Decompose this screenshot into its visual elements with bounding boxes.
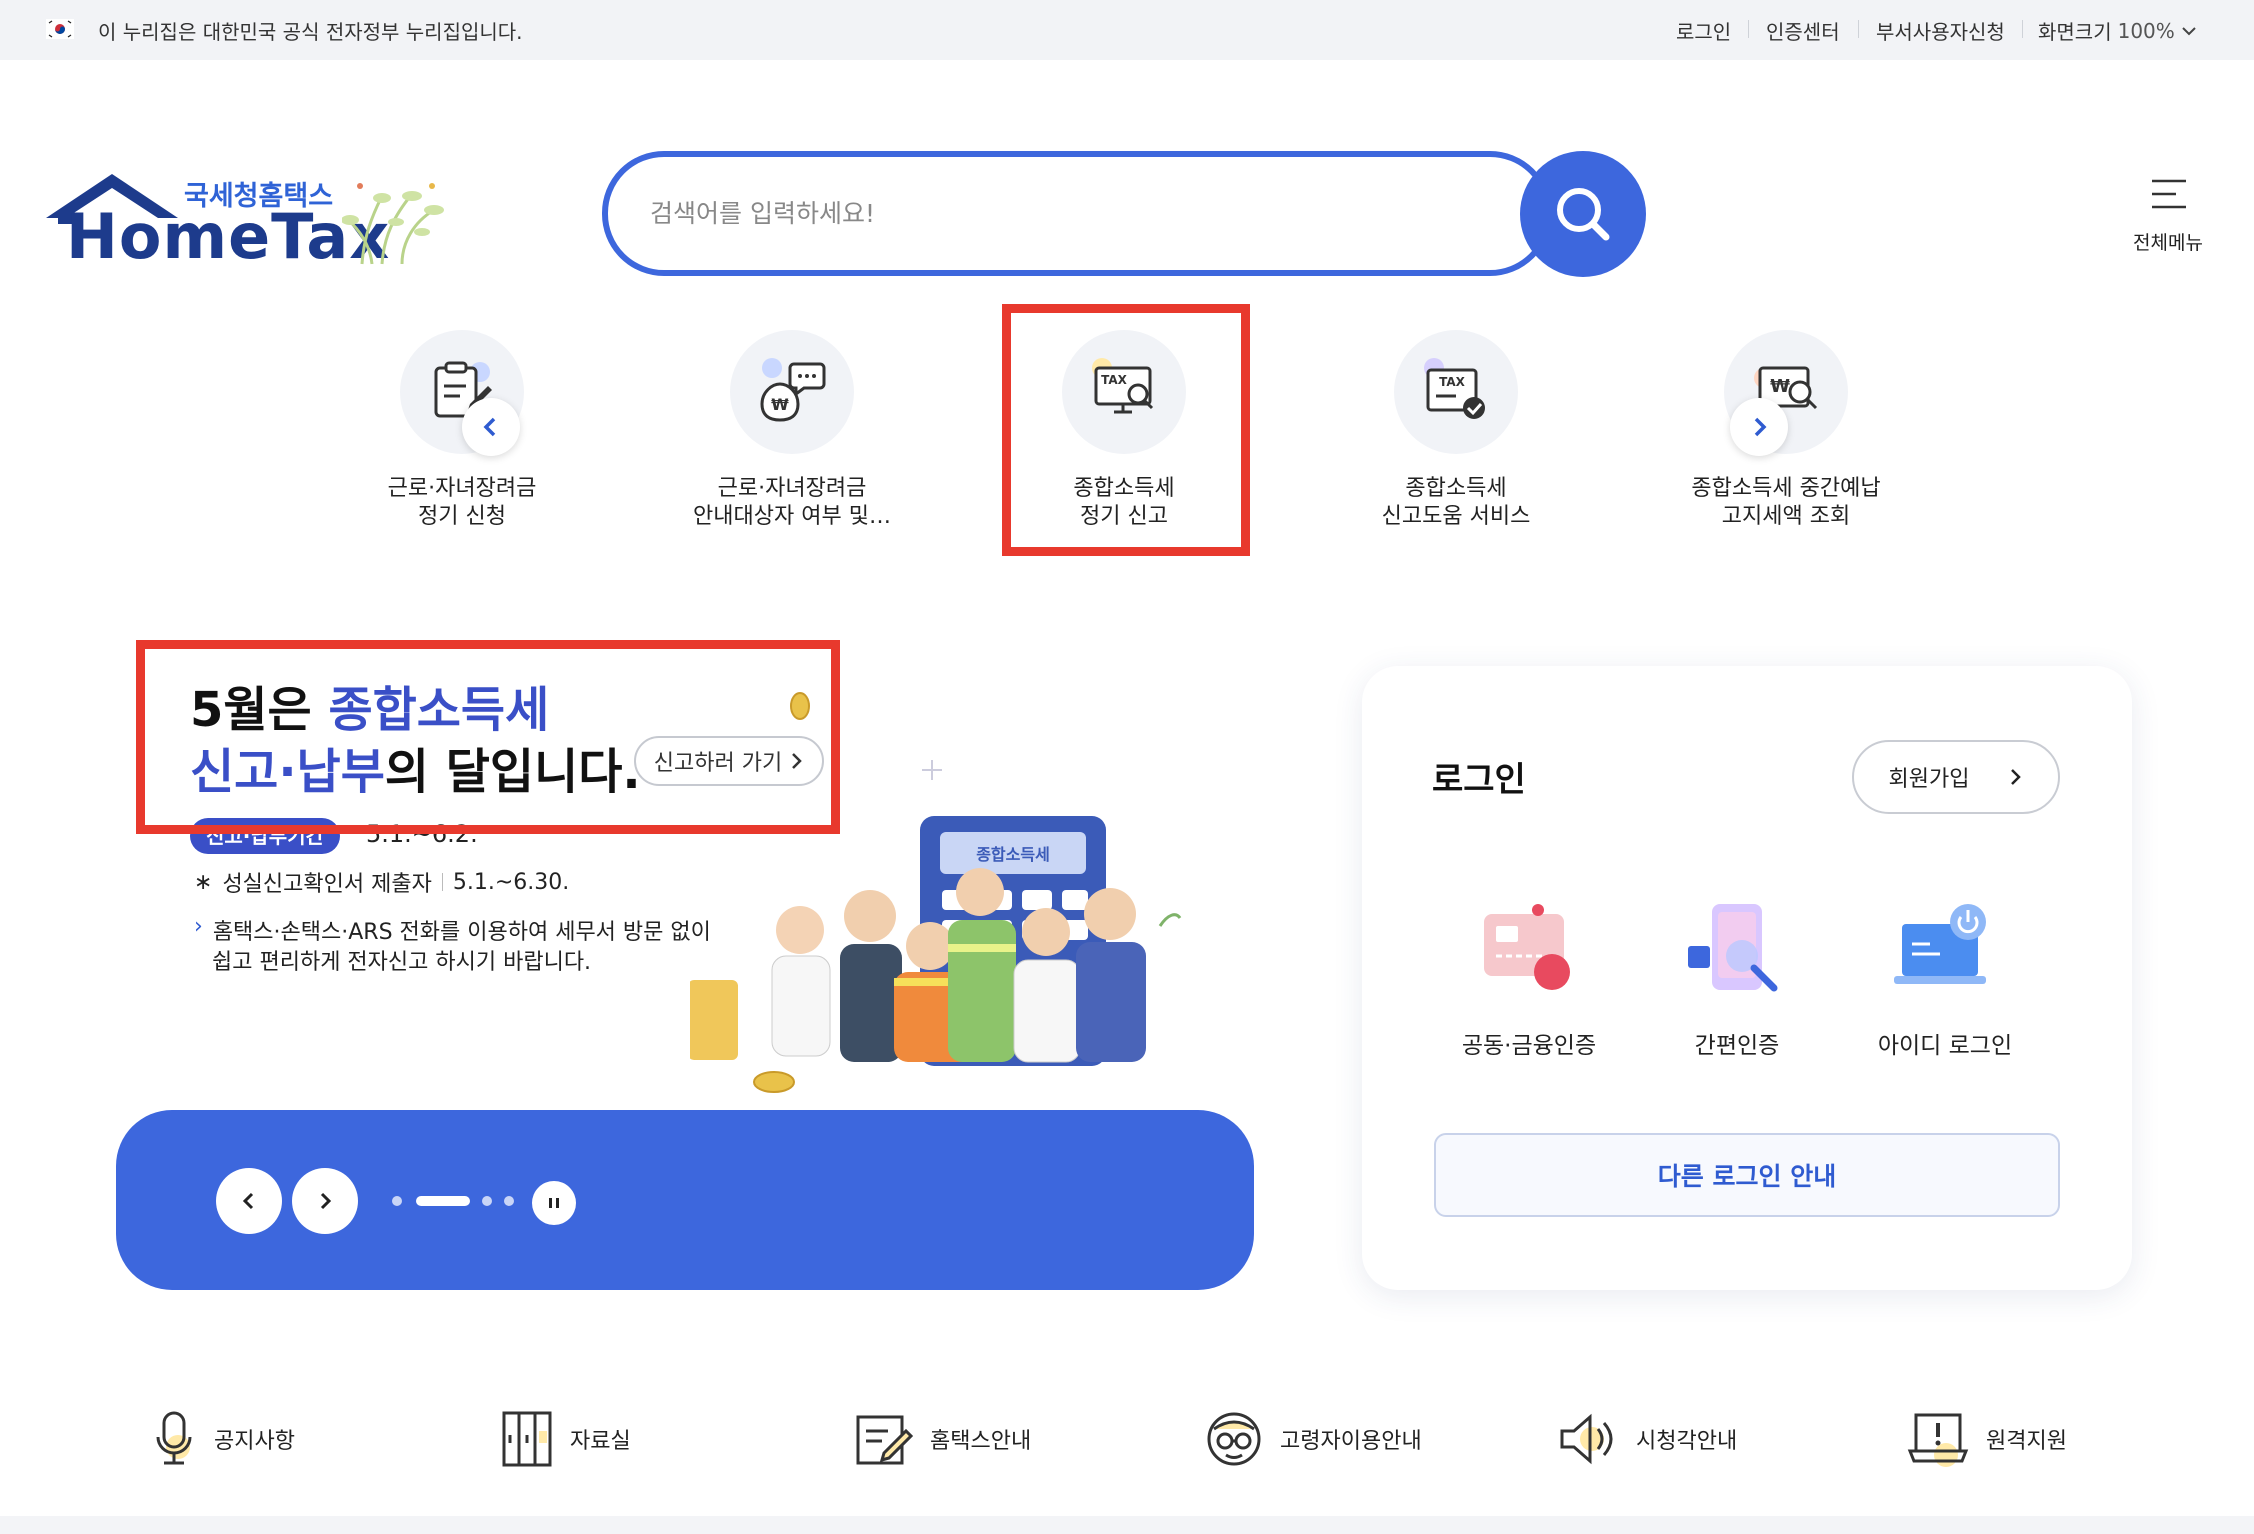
korea-flag-icon — [46, 19, 74, 39]
util-cert-center-link[interactable]: 인증센터 — [1766, 16, 1840, 45]
joint-financial-cert-login[interactable]: 공동·금융인증 — [1434, 890, 1624, 1070]
quick-next-button[interactable] — [1730, 398, 1788, 456]
archive-icon — [502, 1411, 552, 1467]
zoom-label: 화면크기 — [2038, 20, 2112, 44]
banner-line-2: › 홈택스·손택스·ARS 전화를 이용하여 세무서 방문 없이 — [194, 914, 711, 946]
svg-text:TAX: TAX — [1439, 375, 1466, 389]
quick-service-item[interactable]: ₩ 근로·자녀장려금 안내대상자 여부 및… — [672, 330, 912, 530]
plant-decoration-icon — [342, 183, 444, 265]
hometax-guide-link[interactable]: 홈택스안내 — [854, 1404, 1031, 1474]
login-title: 로그인 — [1432, 760, 1526, 800]
carousel-next-button[interactable] — [292, 1168, 358, 1234]
certificate-card-icon — [1484, 904, 1570, 990]
gov-notice-text: 이 누리집은 대한민국 공식 전자정부 누리집입니다. — [98, 20, 523, 44]
document-pen-icon — [856, 1415, 914, 1465]
chevron-right-icon — [2011, 769, 2022, 785]
carousel-dot[interactable] — [504, 1196, 514, 1206]
hamburger-menu-icon — [2152, 179, 2186, 209]
quick-service-label-line2: 신고도움 서비스 — [1381, 504, 1531, 529]
banner-line2-text: 홈택스·손택스·ARS 전화를 이용하여 세무서 방문 없이 — [212, 920, 711, 945]
simple-auth-login[interactable]: 간편인증 — [1642, 890, 1832, 1070]
speaker-icon — [1560, 1413, 1613, 1465]
search-input[interactable] — [650, 190, 1450, 236]
highlight-box-banner-title — [136, 640, 840, 834]
chevron-down-icon — [2182, 26, 2196, 35]
quick-service-icon-bg: TAX — [1394, 330, 1518, 454]
laptop-power-icon — [1894, 904, 1986, 984]
pause-icon — [549, 1198, 559, 1208]
audiovisual-guide-label: 시청각안내 — [1636, 1429, 1738, 1454]
money-chat-icon: ₩ — [760, 358, 826, 422]
search-icon — [1557, 188, 1610, 241]
carousel-pause-button[interactable] — [532, 1181, 576, 1225]
zoom-value: 100% — [2117, 18, 2175, 43]
join-label: 회원가입 — [1888, 767, 1970, 792]
other-login-guide-button[interactable]: 다른 로그인 안내 — [1434, 1133, 2060, 1217]
all-menu-button[interactable]: 전체메뉴 — [2120, 176, 2216, 256]
chevron-right-icon — [320, 1192, 332, 1210]
remote-support-label: 원격지원 — [1986, 1429, 2067, 1454]
remote-laptop-icon — [1907, 1413, 1969, 1467]
notice-link[interactable]: 공지사항 — [150, 1404, 295, 1474]
highlight-box-tax-filing — [1002, 304, 1250, 556]
archive-link[interactable]: 자료실 — [500, 1404, 631, 1474]
tax-document-check-icon: TAX — [1424, 358, 1485, 419]
quick-service-label-line2: 안내대상자 여부 및… — [693, 504, 891, 529]
util-divider — [2022, 20, 2023, 38]
join-button[interactable]: 회원가입 — [1852, 740, 2060, 814]
archive-label: 자료실 — [570, 1429, 631, 1454]
hometax-logo[interactable]: 국세청홈택스 HomeTax — [42, 166, 462, 276]
footer-strip — [0, 1516, 2254, 1534]
carousel-dot[interactable] — [482, 1196, 492, 1206]
quick-prev-button[interactable] — [462, 398, 520, 456]
quick-service-label-line2: 고지세액 조회 — [1721, 504, 1851, 529]
id-login[interactable]: 아이디 로그인 — [1850, 890, 2040, 1070]
all-menu-label: 전체메뉴 — [2133, 232, 2203, 254]
carousel-prev-button[interactable] — [216, 1168, 282, 1234]
hometax-guide-label: 홈택스안내 — [930, 1429, 1032, 1454]
quick-service-item[interactable]: TAX 종합소득세 신고도움 서비스 — [1336, 330, 1576, 530]
elderly-guide-label: 고령자이용안내 — [1280, 1429, 1422, 1454]
phone-search-icon — [1688, 904, 1778, 992]
auth-label: 아이디 로그인 — [1877, 1033, 2013, 1059]
svg-text:₩: ₩ — [771, 395, 789, 414]
auth-label: 공동·금융인증 — [1461, 1033, 1597, 1059]
carousel-dot[interactable] — [392, 1196, 402, 1206]
banner-line1-label: 성실신고확인서 제출자 — [222, 872, 432, 897]
bullet-arrow-icon: › — [194, 914, 203, 939]
util-login-link[interactable]: 로그인 — [1676, 16, 1731, 45]
notice-label: 공지사항 — [214, 1429, 295, 1454]
chevron-right-icon — [1754, 417, 1767, 437]
carousel-control-bar — [116, 1110, 1254, 1290]
bullet-star-icon: ∗ — [194, 869, 213, 895]
audiovisual-guide-link[interactable]: 시청각안내 — [1558, 1404, 1737, 1474]
microphone-icon — [156, 1411, 192, 1465]
elderly-guide-link[interactable]: 고령자이용안내 — [1204, 1404, 1422, 1474]
auth-label: 간편인증 — [1694, 1033, 1780, 1059]
search-button[interactable] — [1520, 151, 1646, 277]
util-divider — [1858, 20, 1859, 38]
chevron-left-icon — [483, 417, 496, 437]
svg-text:₩: ₩ — [1770, 376, 1790, 397]
carousel-dot-active[interactable] — [416, 1196, 470, 1206]
quick-service-icon-bg: ₩ — [730, 330, 854, 454]
util-divider — [1748, 20, 1749, 38]
banner-line1-period: 5.1.~6.30. — [452, 869, 570, 895]
quick-service-label-line2: 정기 신청 — [418, 504, 506, 529]
remote-support-link[interactable]: 원격지원 — [1906, 1404, 2067, 1474]
chevron-left-icon — [242, 1192, 254, 1210]
zoom-control[interactable]: 화면크기 100% — [2038, 16, 2197, 45]
banner-line3-text: 쉽고 편리하게 전자신고 하시기 바랍니다. — [212, 950, 592, 975]
banner-line-1: ∗ 성실신고확인서 제출자 5.1.~6.30. — [194, 866, 569, 898]
divider — [441, 873, 443, 891]
calculator-label: 종합소득세 — [976, 845, 1050, 864]
util-dept-user-link[interactable]: 부서사용자신청 — [1876, 16, 2005, 45]
elderly-glasses-icon — [1207, 1412, 1261, 1466]
